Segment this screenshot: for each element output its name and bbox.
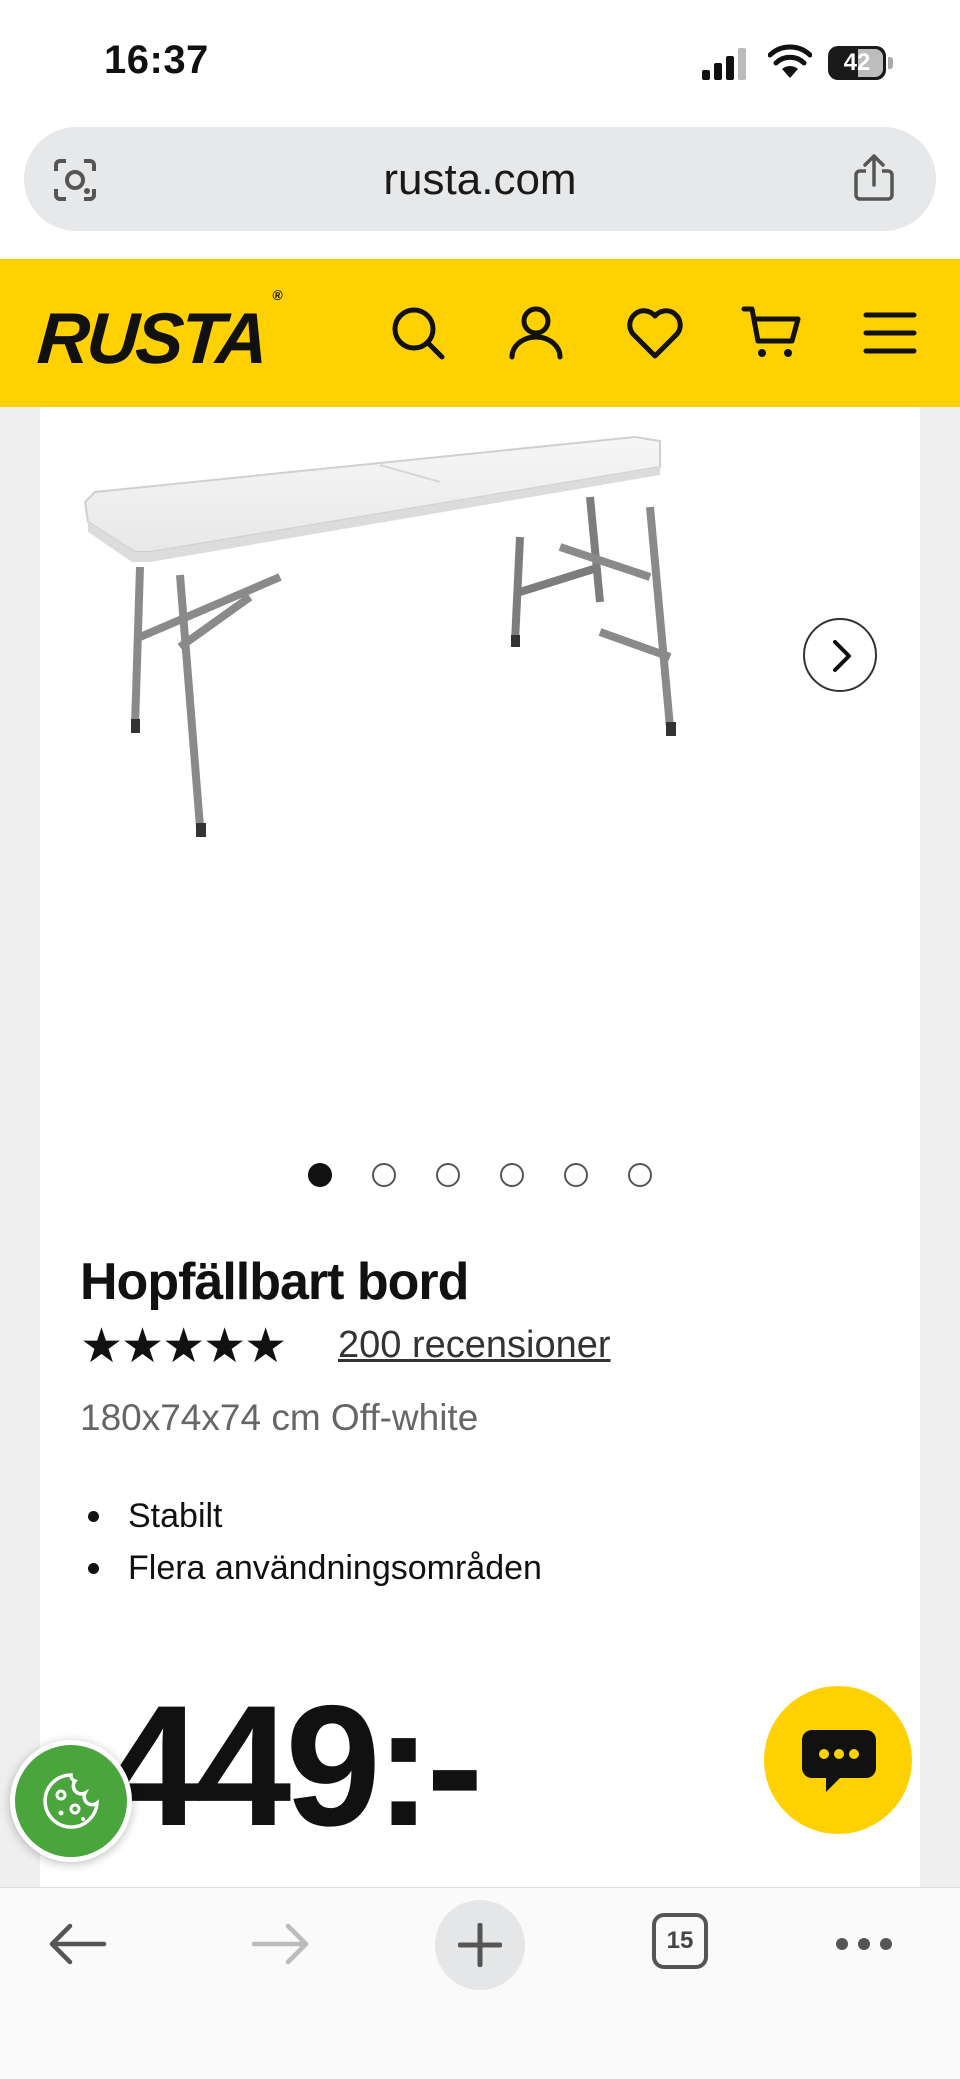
url-text: rusta.com — [383, 155, 577, 204]
browser-toolbar: 15 — [0, 1887, 960, 2079]
gallery-dot-5[interactable] — [564, 1163, 588, 1187]
chevron-right-icon — [833, 640, 851, 672]
chat-button[interactable] — [764, 1686, 912, 1834]
site-header: RUSTA® — [0, 259, 960, 407]
battery-level: 42 — [843, 49, 871, 76]
gallery-pagination — [40, 1163, 920, 1193]
address-bar[interactable]: rusta.com — [24, 127, 936, 231]
gallery-dot-2[interactable] — [372, 1163, 396, 1187]
wifi-icon — [768, 44, 812, 78]
gallery-dot-1[interactable] — [308, 1163, 332, 1187]
gallery-dot-3[interactable] — [436, 1163, 460, 1187]
product-image[interactable] — [80, 427, 920, 907]
heart-icon[interactable] — [623, 301, 687, 365]
product-price: 449:- — [106, 1670, 484, 1862]
logo-text: RUSTA — [34, 299, 269, 379]
feature-item: Flera användningsområden — [80, 1542, 542, 1594]
battery-indicator: 42 — [828, 46, 893, 80]
logo-registered-mark: ® — [271, 287, 281, 303]
feature-item: Stabilt — [80, 1490, 542, 1542]
new-tab-button[interactable] — [435, 1900, 525, 1990]
more-options-icon[interactable] — [834, 1932, 894, 1956]
cookie-icon — [43, 1773, 100, 1829]
tab-switcher-button[interactable]: 15 — [652, 1913, 708, 1969]
menu-icon[interactable] — [858, 301, 922, 365]
status-bar: 16:37 42 — [0, 0, 960, 125]
share-icon[interactable] — [852, 153, 896, 203]
gallery-dot-6[interactable] — [628, 1163, 652, 1187]
status-time: 16:37 — [104, 38, 209, 82]
rusta-logo[interactable]: RUSTA® — [35, 287, 280, 379]
reviews-link[interactable]: 200 recensioner — [338, 1324, 611, 1367]
cart-icon[interactable] — [740, 301, 804, 365]
feature-list: Stabilt Flera användningsområden — [80, 1490, 542, 1594]
product-panel: Hopfällbart bord ★★★★★ 200 recensioner 1… — [40, 407, 920, 1887]
product-title: Hopfällbart bord — [80, 1253, 469, 1311]
gallery-next-button[interactable] — [803, 618, 877, 692]
account-icon[interactable] — [504, 301, 568, 365]
product-variant: 180x74x74 cm Off-white — [80, 1397, 479, 1438]
gallery-dot-4[interactable] — [500, 1163, 524, 1187]
plus-icon — [458, 1923, 502, 1967]
search-icon[interactable] — [386, 301, 450, 365]
chat-bubble-icon — [802, 1730, 876, 1792]
back-arrow-icon[interactable] — [46, 1922, 110, 1966]
forward-arrow-icon[interactable] — [248, 1922, 312, 1966]
cookie-settings-button[interactable] — [10, 1740, 132, 1862]
browser-address-area: rusta.com — [0, 125, 960, 259]
rating-stars: ★★★★★ — [80, 1318, 287, 1374]
cellular-signal-icon — [702, 48, 746, 80]
